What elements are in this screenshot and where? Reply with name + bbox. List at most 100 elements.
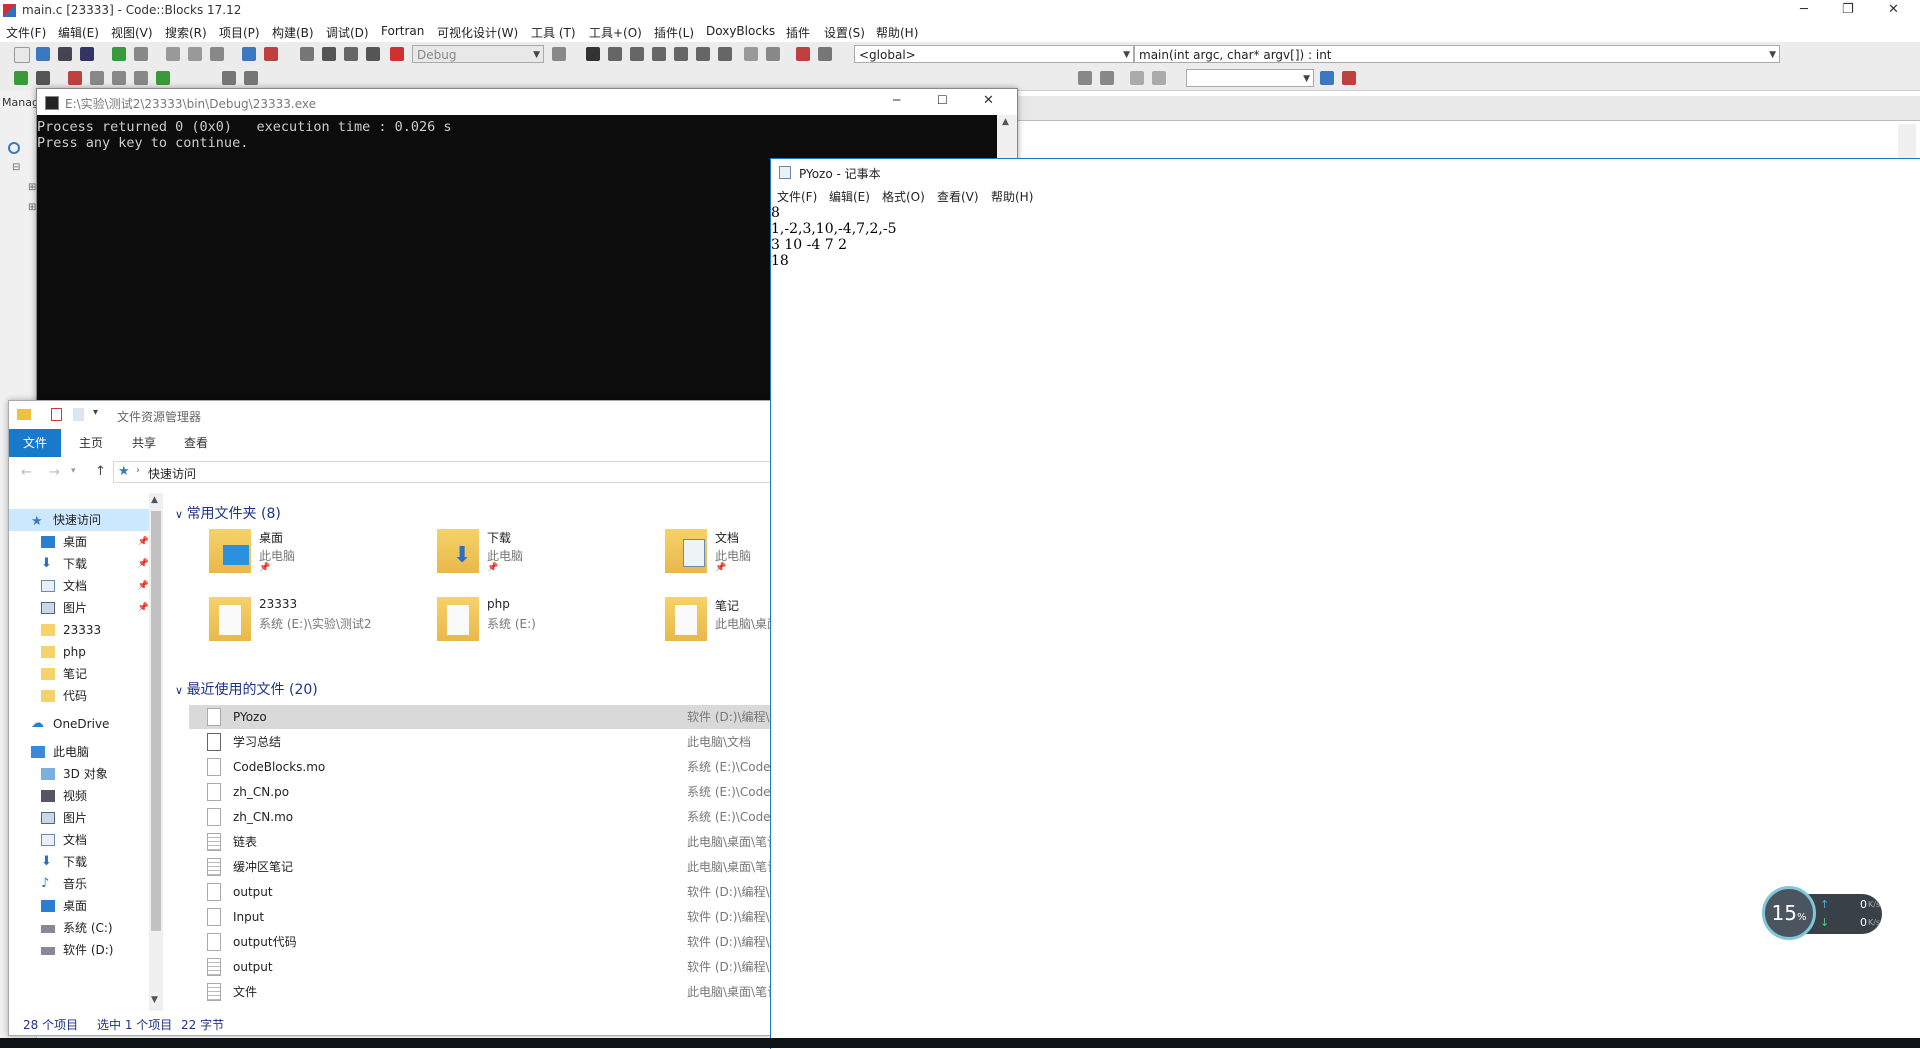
nav-folder-code[interactable]: 代码 <box>9 685 149 707</box>
forward-icon[interactable] <box>36 71 50 85</box>
rebuild-icon[interactable] <box>366 47 380 61</box>
step-out-icon[interactable] <box>674 47 688 61</box>
save-icon[interactable] <box>58 47 72 61</box>
menu-fortran[interactable]: Fortran <box>381 24 424 38</box>
function-select[interactable]: main(int argc, char* argv[]) : int ▼ <box>1134 45 1780 63</box>
menu-search[interactable]: 搜索(R) <box>165 24 207 41</box>
scroll-up-icon[interactable]: ▲ <box>1002 117 1009 127</box>
recent-file-row[interactable]: PYozo 软件 (D:)\编程\C <box>189 705 775 729</box>
recent-file-row[interactable]: 缓冲区笔记 此电脑\桌面\笔记 <box>189 855 775 879</box>
bookmark-clear-icon[interactable] <box>134 71 148 85</box>
tree-expand-icon[interactable]: ⊟ <box>12 162 20 173</box>
find-icon[interactable] <box>242 47 256 61</box>
tab-view[interactable]: 查看 <box>184 434 208 451</box>
menu-project[interactable]: 项目(P) <box>219 24 260 41</box>
run-icon[interactable] <box>322 47 336 61</box>
recent-file-row[interactable]: Input 软件 (D:)\编程\C <box>189 905 775 929</box>
jump-icon[interactable] <box>156 71 170 85</box>
pause-icon[interactable] <box>744 47 758 61</box>
frequent-folder[interactable]: 笔记 此电脑\桌面 <box>665 595 775 651</box>
recent-file-row[interactable]: output 软件 (D:)\编程\C <box>189 880 775 904</box>
menu-settings[interactable]: 设置(S) <box>824 24 865 41</box>
notepad-menu-file[interactable]: 文件(F) <box>777 188 817 205</box>
notepad-menu-format[interactable]: 格式(O) <box>882 188 925 205</box>
menu-tools-plus[interactable]: 工具+(O) <box>589 24 642 41</box>
recent-file-row[interactable]: zh_CN.mo 系统 (E:)\CodeB <box>189 805 775 829</box>
debug-run-icon[interactable] <box>586 47 600 61</box>
notepad-menu-view[interactable]: 查看(V) <box>937 188 979 205</box>
new-folder-icon[interactable] <box>73 408 84 421</box>
address-bar[interactable]: ★ › 快速访问 <box>113 461 773 483</box>
next-line-icon[interactable] <box>630 47 644 61</box>
bookmark-icon[interactable] <box>68 71 82 85</box>
nav-pictures[interactable]: 图片 📌 <box>9 597 149 619</box>
run-to-cursor-icon[interactable] <box>608 47 622 61</box>
uncomment-icon[interactable] <box>244 71 258 85</box>
spell-icon[interactable] <box>1130 71 1144 85</box>
back-arrow-icon[interactable]: ← <box>21 465 32 480</box>
frequent-folders-header[interactable]: ∨ 常用文件夹 (8) <box>175 503 281 523</box>
close-icon[interactable]: ✕ <box>983 93 994 108</box>
recent-file-row[interactable]: 链表 此电脑\桌面\笔记 <box>189 830 775 854</box>
notepad-text-area[interactable]: 8 1,-2,3,10,-4,7,2,-5 3 10 -4 7 2 18 <box>771 205 1920 1049</box>
bookmark-next-icon[interactable] <box>112 71 126 85</box>
close-icon[interactable]: ✕ <box>1888 2 1899 17</box>
nav-pc-pictures[interactable]: 图片 <box>9 807 149 829</box>
scroll-down-icon[interactable]: ▼ <box>151 995 158 1005</box>
recent-file-row[interactable]: 文件 此电脑\桌面\笔记 <box>189 980 775 1004</box>
menu-plugins[interactable]: 插件(L) <box>654 24 694 41</box>
case-icon[interactable] <box>1152 71 1166 85</box>
tab-home[interactable]: 主页 <box>79 434 103 451</box>
zoom-out-icon[interactable] <box>1100 71 1114 85</box>
wrench-icon[interactable] <box>1342 71 1356 85</box>
menu-view[interactable]: 视图(V) <box>111 24 153 41</box>
save-all-icon[interactable] <box>80 47 94 61</box>
nav-this-pc[interactable]: 此电脑 <box>9 741 149 763</box>
recent-file-row[interactable]: 学习总结 此电脑\文档 <box>189 730 775 754</box>
menu-edit[interactable]: 编辑(E) <box>58 24 99 41</box>
menu-build[interactable]: 构建(B) <box>272 24 314 41</box>
recent-file-row[interactable]: output 软件 (D:)\编程\C <box>189 955 775 979</box>
step-into-icon[interactable] <box>652 47 666 61</box>
tab-file[interactable]: 文件 <box>9 429 62 457</box>
menu-plugins-2[interactable]: 插件 <box>786 24 810 41</box>
maximize-icon[interactable]: ☐ <box>937 93 948 107</box>
nav-pc-downloads[interactable]: ⬇ 下载 <box>9 851 149 873</box>
minimize-icon[interactable]: ─ <box>1800 2 1808 17</box>
menu-help[interactable]: 帮助(H) <box>876 24 918 41</box>
zoom-in-icon[interactable] <box>1078 71 1092 85</box>
recent-dropdown-icon[interactable]: ▾ <box>71 466 76 476</box>
menu-debug[interactable]: 调试(D) <box>326 24 369 41</box>
gear-icon[interactable] <box>300 47 314 61</box>
frequent-folder[interactable]: ⬇ 下载 此电脑 📌 <box>437 527 647 583</box>
comment-icon[interactable] <box>222 71 236 85</box>
redo-icon[interactable] <box>134 47 148 61</box>
nav-drive-c[interactable]: 系统 (C:) <box>9 917 149 939</box>
recent-file-row[interactable]: CodeBlocks.mo 系统 (E:)\CodeB <box>189 755 775 779</box>
frequent-folder[interactable]: 桌面 此电脑 📌 <box>209 527 419 583</box>
network-meter-widget[interactable]: ↑ 0 K/s ↓ 0 K/s 15% <box>1762 886 1882 944</box>
undo-icon[interactable] <box>112 47 126 61</box>
scroll-thumb[interactable] <box>151 511 161 931</box>
nav-music[interactable]: ♪ 音乐 <box>9 873 149 895</box>
nav-desktop[interactable]: 桌面 📌 <box>9 531 149 553</box>
debug-info-icon[interactable] <box>818 47 832 61</box>
nav-drive-d[interactable]: 软件 (D:) <box>9 939 149 961</box>
build-target-select[interactable]: Debug ▼ <box>412 45 544 63</box>
notepad-menu-edit[interactable]: 编辑(E) <box>829 188 870 205</box>
cut-icon[interactable] <box>166 47 180 61</box>
menu-tools[interactable]: 工具 (T) <box>531 24 576 41</box>
properties-icon[interactable] <box>51 408 62 421</box>
open-icon[interactable] <box>36 47 50 61</box>
nav-pc-desktop[interactable]: 桌面 <box>9 895 149 917</box>
recent-file-row[interactable]: zh_CN.po 系统 (E:)\CodeB <box>189 780 775 804</box>
search-combo[interactable]: ▼ <box>1186 69 1314 87</box>
target-options-icon[interactable] <box>552 47 566 61</box>
abort-icon[interactable] <box>390 47 404 61</box>
replace-icon[interactable] <box>264 47 278 61</box>
recent-file-row[interactable]: output代码 软件 (D:)\编程\C <box>189 930 775 954</box>
paste-icon[interactable] <box>210 47 224 61</box>
scroll-up-icon[interactable]: ▲ <box>151 495 158 505</box>
nav-folder-23333[interactable]: 23333 <box>9 619 149 641</box>
menu-file[interactable]: 文件(F) <box>6 24 46 41</box>
